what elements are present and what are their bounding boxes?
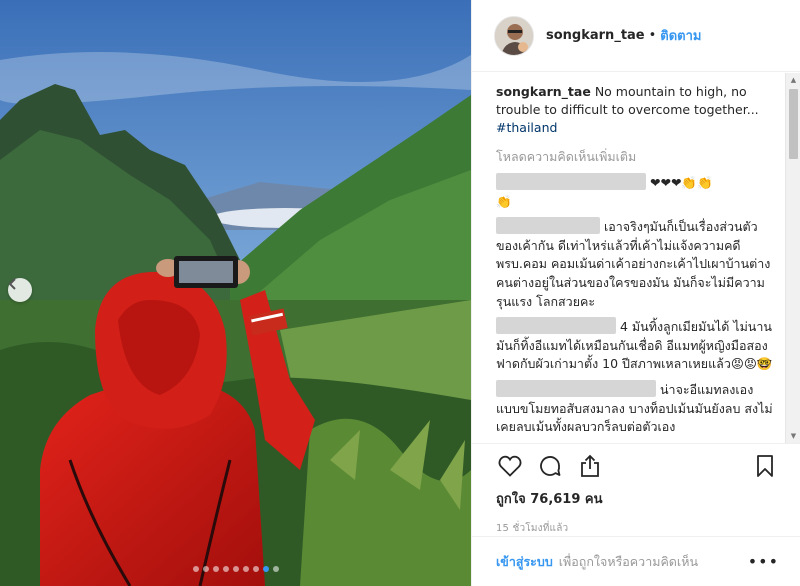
avatar[interactable]	[494, 15, 534, 56]
more-options-icon[interactable]: •••	[748, 552, 779, 571]
redacted-username	[496, 317, 616, 335]
follow-button[interactable]: ติดตาม	[660, 25, 701, 46]
redacted-username	[496, 379, 656, 397]
carousel-dot[interactable]	[232, 566, 239, 572]
login-link[interactable]: เข้าสู่ระบบ	[496, 552, 553, 572]
speech-bubble-icon	[540, 456, 561, 476]
carousel-dot[interactable]	[202, 566, 209, 572]
share-button[interactable]	[574, 450, 606, 482]
comment-item: 4 มันทิ้งลูกเมียมันได้ ไม่นานมันก็ทิ้งอี…	[496, 317, 775, 374]
redacted-username	[496, 217, 600, 235]
comments-list[interactable]: songkarn_tae No mountain to high, no tro…	[472, 73, 785, 441]
comments-scrollbar[interactable]: ▲ ▼	[785, 73, 800, 443]
comment-item: น่าจะอีแมทลงเอง แบบขโมยทอสับสงมาลง บางท็…	[496, 379, 775, 437]
bookmark-icon	[757, 455, 773, 477]
redacted-username	[496, 173, 646, 190]
post-caption: songkarn_tae No mountain to high, no tro…	[496, 83, 775, 137]
header-username[interactable]: songkarn_tae	[546, 28, 645, 43]
avatar-image	[495, 16, 533, 55]
caption-username[interactable]: songkarn_tae	[496, 84, 591, 99]
carousel-dot[interactable]	[242, 566, 249, 572]
carousel-dot[interactable]	[212, 566, 219, 572]
photo-scene	[0, 0, 471, 586]
comment-item: ❤❤❤👏👏 👏	[496, 173, 775, 211]
scrollbar-thumb[interactable]	[789, 89, 798, 159]
login-hint: เพื่อถูกใจหรือความคิดเห็น	[558, 553, 698, 569]
carousel-dot[interactable]	[192, 566, 199, 572]
share-icon	[581, 454, 599, 477]
carousel-prev-button[interactable]	[8, 278, 32, 302]
save-button[interactable]	[749, 450, 781, 482]
heart-icon	[498, 455, 522, 477]
post-header: songkarn_tae • ติดตาม	[472, 0, 800, 72]
load-more-comments-button[interactable]: โหลดความคิดเห็นเพิ่มเติม	[496, 147, 775, 167]
comment-text: ❤❤❤👏👏	[650, 175, 713, 190]
scroll-down-arrow-icon[interactable]: ▼	[786, 429, 800, 443]
post-photo[interactable]	[0, 0, 471, 586]
comment-text-wrap: 👏	[496, 193, 512, 209]
like-button[interactable]	[494, 450, 526, 482]
post-actions: ถูกใจ 76,619 คน 15 ชั่วโมงที่แล้ว	[472, 443, 800, 536]
header-separator: •	[648, 28, 657, 43]
likes-count[interactable]: ถูกใจ 76,619 คน	[472, 488, 800, 509]
carousel-dot[interactable]	[262, 566, 269, 572]
hashtag-link[interactable]: #thailand	[496, 120, 557, 135]
post-side-panel: songkarn_tae • ติดตาม songkarn_tae No mo…	[471, 0, 800, 586]
comment-item: เอาจริงๆมันก็เป็นเรื่องส่วนตัวของเค้ากัน…	[496, 217, 775, 311]
comment-button[interactable]	[534, 450, 566, 482]
chevron-left-icon	[8, 278, 16, 290]
carousel-dot[interactable]	[252, 566, 259, 572]
scroll-up-arrow-icon[interactable]: ▲	[786, 73, 800, 87]
comment-login-bar: เข้าสู่ระบบ เพื่อถูกใจหรือความคิดเห็น ••…	[472, 536, 800, 586]
post-timestamp[interactable]: 15 ชั่วโมงที่แล้ว	[472, 521, 800, 536]
carousel-dot[interactable]	[222, 566, 229, 572]
carousel-indicator	[0, 566, 471, 572]
carousel-dot[interactable]	[272, 566, 279, 572]
